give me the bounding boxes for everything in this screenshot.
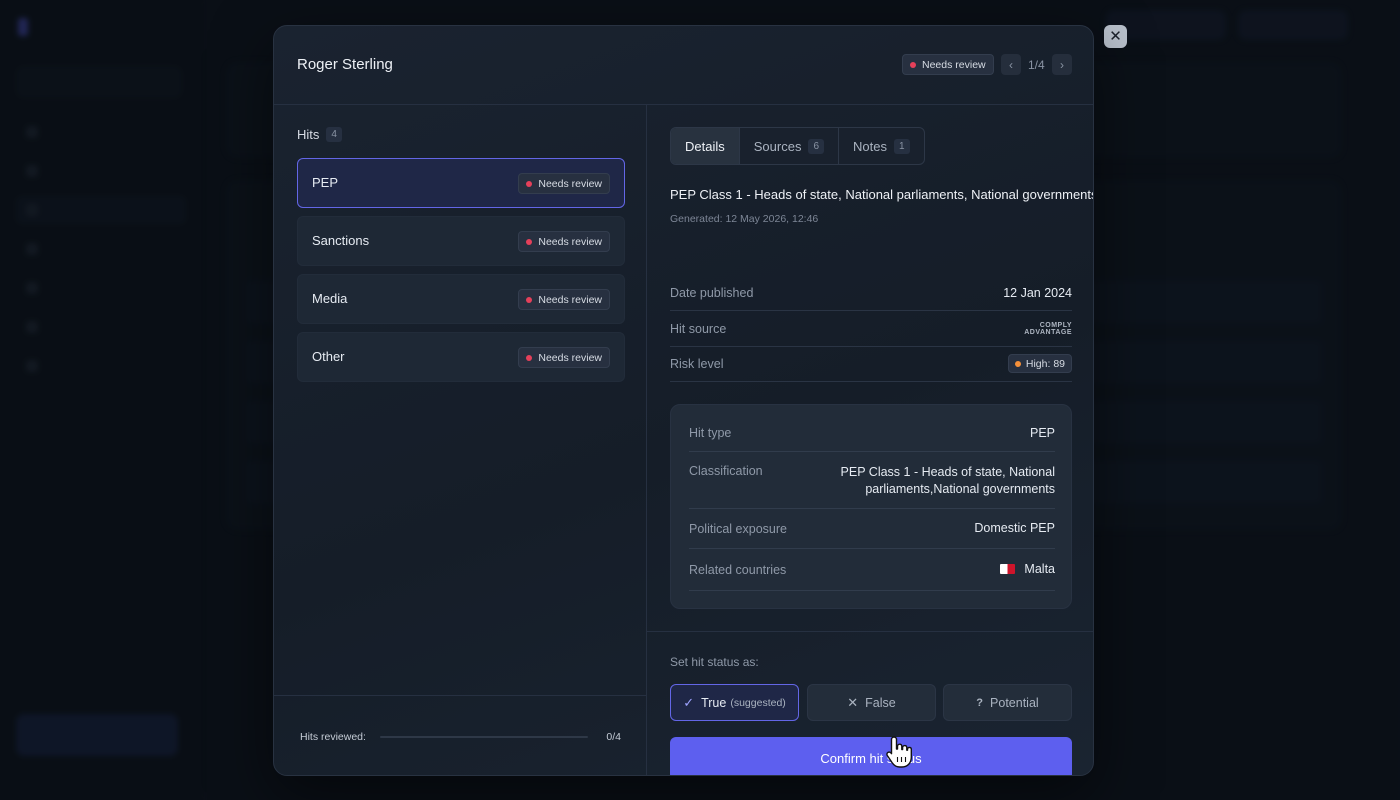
hit-info-card: Hit type PEP Classification PEP Class 1 … — [670, 404, 1072, 609]
hit-type-row: Hit type PEP — [689, 415, 1055, 452]
malta-flag-icon — [1000, 564, 1016, 574]
risk-dot-icon — [1014, 360, 1021, 367]
status-badge-label: Needs review — [538, 293, 602, 306]
status-badge-label: Needs review — [538, 235, 602, 248]
hits-heading: Hits 4 — [297, 127, 342, 142]
details-tabs: Details Sources 6 Notes 1 — [670, 127, 925, 165]
hit-status-form: Set hit status as: ✓ True (suggested) ✕ … — [647, 631, 1093, 775]
row-label: Political exposure — [689, 521, 787, 536]
risk-level-row: Risk level High: 89 — [670, 346, 1072, 382]
related-countries-row: Related countries Malta — [689, 549, 1055, 591]
status-option-false[interactable]: ✕ False — [807, 684, 936, 721]
status-dot-icon — [526, 296, 533, 303]
modal-header: Roger Sterling Needs review ‹ 1/4 › — [274, 26, 1093, 105]
row-label: Classification — [689, 464, 763, 478]
pager-text: 1/4 — [1028, 58, 1045, 72]
comply-advantage-logo: COMPLY ADVANTAGE — [1024, 321, 1072, 336]
classification-row: Classification PEP Class 1 - Heads of st… — [689, 452, 1055, 509]
status-dot-icon — [526, 238, 533, 245]
tab-details[interactable]: Details — [671, 128, 740, 164]
hits-reviewed-count: 0/4 — [606, 731, 621, 743]
hit-details-panel: Details Sources 6 Notes 1 PEP Class 1 - … — [647, 105, 1094, 775]
country-name: Malta — [1024, 562, 1055, 576]
political-exposure-row: Political exposure Domestic PEP — [689, 509, 1055, 549]
option-label: True — [701, 695, 727, 710]
tab-label: Notes — [853, 138, 887, 154]
hit-item-media[interactable]: Media Needs review — [297, 274, 625, 324]
hit-source-row: Hit source COMPLY ADVANTAGE — [670, 311, 1072, 347]
tab-count: 6 — [808, 138, 825, 154]
row-label: Risk level — [670, 356, 724, 371]
row-value: PEP Class 1 - Heads of state, National p… — [840, 465, 1055, 496]
hits-panel: Hits 4 PEP Needs review Sanctions Needs … — [274, 105, 647, 775]
hit-item-sanctions[interactable]: Sanctions Needs review — [297, 216, 625, 266]
date-published-row: Date published 12 Jan 2024 — [670, 275, 1072, 311]
tab-label: Sources — [753, 138, 802, 154]
chevron-left-icon: ‹ — [1009, 57, 1013, 72]
row-label: Hit source — [670, 321, 727, 336]
row-label: Date published — [670, 285, 754, 300]
risk-badge-label: High: 89 — [1025, 357, 1065, 370]
hits-reviewed-footer: Hits reviewed: 0/4 — [274, 695, 646, 775]
risk-badge: High: 89 — [1007, 354, 1072, 373]
hit-review-modal: Roger Sterling Needs review ‹ 1/4 › Hits… — [273, 25, 1094, 776]
status-badge: Needs review — [518, 289, 610, 310]
hit-item-other[interactable]: Other Needs review — [297, 332, 625, 382]
option-label: Potential — [990, 695, 1039, 710]
row-value: 12 Jan 2024 — [1003, 285, 1072, 300]
row-label: Hit type — [689, 426, 732, 440]
row-value-with-flag: Malta — [1000, 561, 1055, 578]
prev-hit-button[interactable]: ‹ — [1001, 54, 1021, 75]
option-label: False — [865, 695, 896, 710]
hit-name: Other — [312, 349, 345, 364]
status-badge-label: Needs review — [538, 351, 602, 364]
tab-notes[interactable]: Notes 1 — [839, 128, 924, 164]
generated-timestamp: Generated: 12 May 2026, 12:46 — [670, 213, 819, 225]
tab-label: Details — [685, 138, 725, 154]
hit-classification-heading: PEP Class 1 - Heads of state, National p… — [670, 187, 1094, 202]
confirm-hit-status-button[interactable]: Confirm hit status — [670, 737, 1072, 775]
status-badge-label: Needs review — [538, 177, 602, 190]
close-modal-button[interactable]: ✕ — [1104, 25, 1127, 48]
status-badge-label: Needs review — [922, 58, 986, 71]
chevron-right-icon: › — [1060, 57, 1064, 72]
status-dot-icon — [526, 180, 533, 187]
hit-name: PEP — [312, 175, 339, 190]
next-hit-button[interactable]: › — [1052, 54, 1072, 75]
hit-item-pep[interactable]: PEP Needs review — [297, 158, 625, 208]
x-icon: ✕ — [847, 694, 859, 710]
modal-title: Roger Sterling — [297, 56, 393, 73]
check-icon: ✓ — [683, 694, 695, 710]
hand-cursor-icon — [886, 736, 912, 768]
tab-sources[interactable]: Sources 6 — [740, 128, 840, 164]
status-option-true[interactable]: ✓ True (suggested) — [670, 684, 799, 721]
status-option-potential[interactable]: ? Potential — [943, 684, 1072, 721]
hits-count: 4 — [326, 127, 342, 142]
set-status-label: Set hit status as: — [670, 655, 759, 669]
row-value: PEP — [1029, 425, 1055, 440]
hits-reviewed-progress — [380, 736, 588, 738]
status-badge: Needs review — [518, 173, 610, 194]
close-icon: ✕ — [1109, 28, 1122, 45]
hits-label: Hits — [297, 127, 320, 142]
status-dot-icon — [526, 354, 533, 361]
row-value: Domestic PEP — [974, 521, 1055, 535]
hits-reviewed-label: Hits reviewed: — [300, 731, 366, 743]
status-badge: Needs review — [518, 231, 610, 252]
hit-name: Sanctions — [312, 233, 370, 248]
row-label: Related countries — [689, 562, 787, 577]
status-badge: Needs review — [518, 347, 610, 368]
option-sublabel: (suggested) — [730, 696, 786, 709]
hit-name: Media — [312, 291, 348, 306]
tab-count: 1 — [893, 138, 910, 154]
question-icon: ? — [976, 696, 984, 709]
status-badge: Needs review — [902, 54, 994, 75]
status-dot-icon — [910, 61, 916, 68]
